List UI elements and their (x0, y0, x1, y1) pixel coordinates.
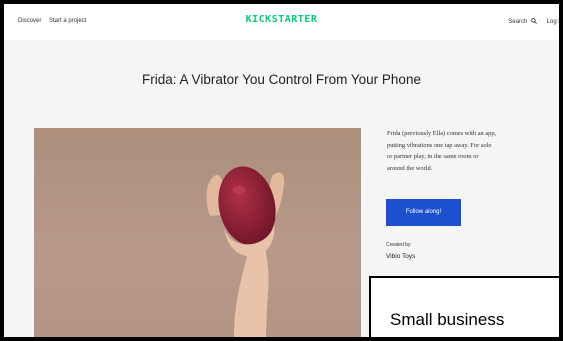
hand-holding-device-illustration (206, 166, 285, 337)
description-line: Frida (previously Ella) comes with an ap… (387, 130, 497, 137)
created-by-label: Created by (386, 242, 411, 248)
search-icon (531, 18, 537, 24)
caption-box: Small business (369, 276, 559, 337)
top-navigation: Discover Start a project KICKSTARTER Sea… (4, 4, 559, 40)
creator-name-link[interactable]: Vibio Toys (386, 253, 415, 260)
project-hero-image[interactable] (34, 128, 361, 337)
project-title: Frida: A Vibrator You Control From Your … (142, 72, 421, 87)
search-link[interactable]: Search (508, 18, 538, 25)
description-line: or partner play, in the same room or (387, 153, 479, 160)
follow-along-button[interactable]: Follow along! (386, 199, 461, 226)
project-description: Frida (previously Ella) comes with an ap… (387, 128, 559, 174)
kickstarter-logo[interactable]: KICKSTARTER (4, 14, 559, 25)
nav-right: Search Log in (500, 18, 559, 25)
login-link[interactable]: Log in (547, 19, 559, 25)
caption-text: Small business (390, 310, 505, 329)
browser-frame: Discover Start a project KICKSTARTER Sea… (0, 0, 563, 341)
description-line: putting vibrations one tap away. For sol… (387, 141, 492, 149)
description-line: around the world. (387, 164, 433, 172)
search-label: Search (508, 19, 528, 25)
